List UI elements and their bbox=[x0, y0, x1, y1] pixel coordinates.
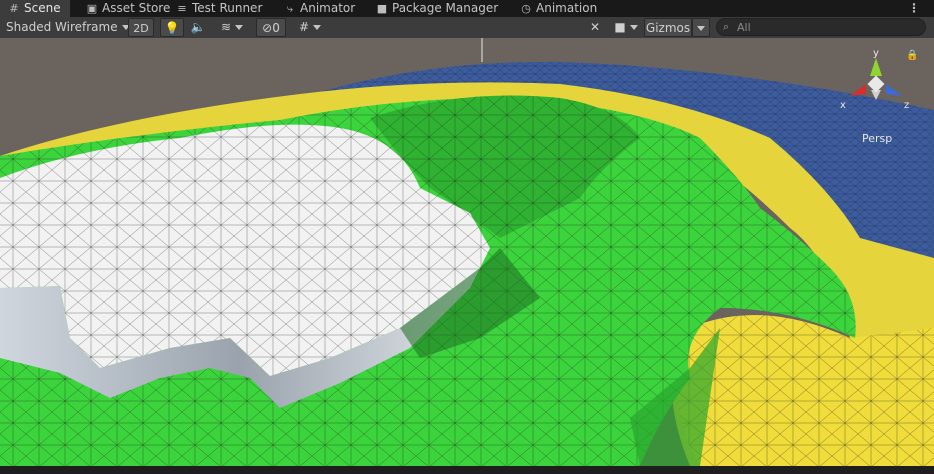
chevron-down-icon bbox=[235, 25, 244, 30]
camera-icon: ■ bbox=[614, 20, 626, 34]
terrain-render bbox=[0, 38, 934, 466]
grid-icon: # bbox=[298, 20, 310, 34]
orientation-gizmo[interactable]: y x z bbox=[836, 46, 916, 116]
mode-2d-toggle[interactable]: 2D bbox=[128, 18, 154, 37]
tab-scene-label: Scene bbox=[24, 1, 61, 15]
tab-animator-label: Animator bbox=[300, 1, 356, 15]
eye-slash-icon: ⊘ bbox=[262, 21, 273, 35]
speaker-icon: 🔈 bbox=[190, 20, 206, 34]
tools-button[interactable]: ✕ bbox=[584, 18, 606, 37]
tab-animation-label: Animation bbox=[536, 1, 598, 15]
tab-test-runner-label: Test Runner bbox=[192, 1, 263, 15]
tab-package-manager-label: Package Manager bbox=[392, 1, 499, 15]
tab-package-manager[interactable]: ■ Package Manager bbox=[376, 0, 498, 17]
grid-dropdown[interactable]: # bbox=[290, 18, 330, 37]
hidden-count: 0 bbox=[272, 21, 280, 35]
tab-asset-store-label: Asset Store bbox=[102, 1, 171, 15]
tab-animator[interactable]: ⤷ Animator bbox=[284, 0, 355, 17]
lock-icon[interactable]: 🔒 bbox=[906, 50, 918, 61]
scene-viewport[interactable]: y x z 🔒 Persp bbox=[0, 38, 934, 466]
gizmo-z-label: z bbox=[904, 100, 909, 111]
tab-menu-icon[interactable]: ⋮ bbox=[908, 0, 920, 17]
audio-toggle[interactable]: 🔈 bbox=[188, 18, 208, 37]
gizmo-y-label: y bbox=[873, 48, 879, 59]
effects-icon: ≋ bbox=[220, 20, 232, 34]
gizmos-label: Gizmos bbox=[645, 21, 691, 35]
shading-mode-label: Shaded Wireframe bbox=[6, 20, 118, 34]
gizmos-dropdown[interactable] bbox=[692, 18, 710, 37]
editor-tab-bar: # Scene ▣ Asset Store ≡ Test Runner ⤷ Animat… bbox=[0, 0, 934, 17]
scene-visibility-toggle[interactable]: ⊘0 bbox=[256, 18, 286, 37]
effects-dropdown[interactable]: ≋ bbox=[212, 18, 252, 37]
lighting-toggle[interactable]: 💡 bbox=[160, 18, 184, 37]
package-icon: ■ bbox=[376, 2, 388, 15]
tab-test-runner[interactable]: ≡ Test Runner bbox=[176, 0, 262, 17]
tools-icon: ✕ bbox=[589, 20, 601, 34]
hash-icon: # bbox=[9, 2, 19, 15]
chevron-down-icon bbox=[629, 25, 638, 30]
bag-icon: ▣ bbox=[86, 2, 98, 15]
gizmos-button[interactable]: Gizmos bbox=[644, 18, 692, 37]
bottom-panel-edge bbox=[0, 466, 934, 474]
lightbulb-icon: 💡 bbox=[164, 21, 180, 35]
search-icon: ⌕ bbox=[723, 20, 730, 33]
scene-search[interactable]: ⌕ bbox=[716, 18, 926, 36]
chevron-down-icon bbox=[697, 26, 705, 31]
tab-animation[interactable]: ◷ Animation bbox=[520, 0, 597, 17]
scene-toolbar: Shaded Wireframe 2D 💡 🔈 ≋ ⊘0 # ✕ ■ Gizmo… bbox=[0, 17, 934, 39]
tab-asset-store[interactable]: ▣ Asset Store bbox=[86, 0, 171, 17]
clock-icon: ◷ bbox=[521, 2, 531, 15]
search-input[interactable] bbox=[737, 20, 917, 34]
camera-dropdown[interactable]: ■ bbox=[610, 18, 642, 37]
mode-2d-label: 2D bbox=[133, 22, 149, 35]
projection-label[interactable]: Persp bbox=[862, 132, 892, 145]
animator-icon: ⤷ bbox=[286, 2, 294, 15]
list-icon: ≡ bbox=[177, 2, 187, 15]
chevron-down-icon bbox=[313, 25, 322, 30]
shading-mode-dropdown[interactable]: Shaded Wireframe bbox=[2, 18, 130, 37]
gizmo-x-label: x bbox=[840, 100, 846, 111]
tab-scene[interactable]: # Scene bbox=[0, 0, 70, 17]
